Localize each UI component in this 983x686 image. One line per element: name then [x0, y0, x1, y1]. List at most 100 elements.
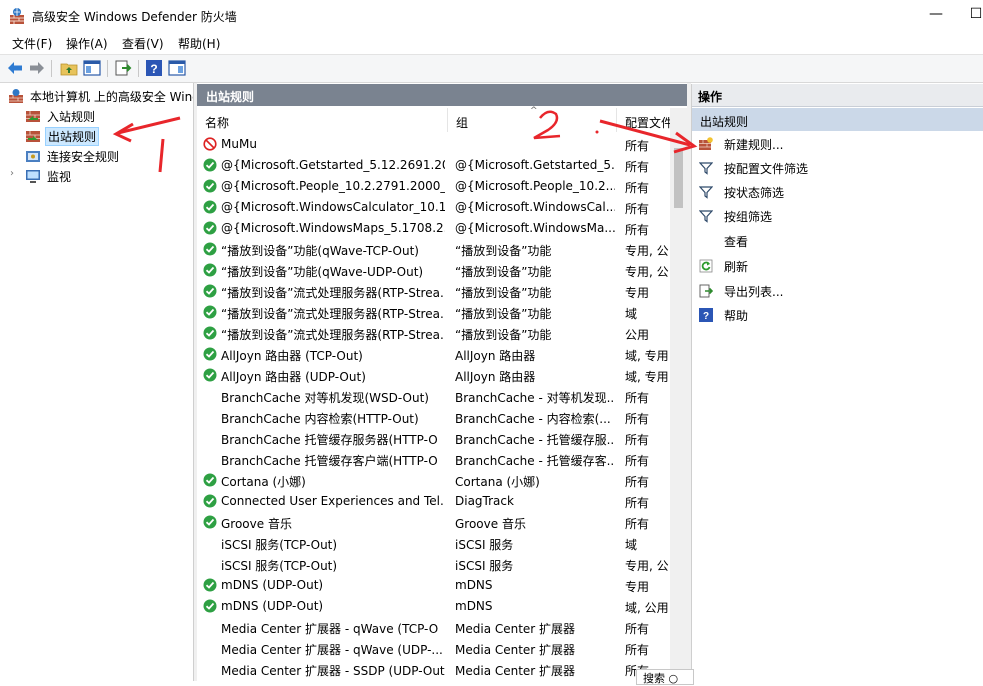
action-item[interactable]: 按状态筛选 [692, 181, 983, 203]
export-list-icon[interactable] [114, 59, 132, 77]
table-row[interactable]: BranchCache 托管缓存客户端(HTTP-O BranchCache - … [197, 449, 670, 470]
table-row[interactable]: @{Microsoft.WindowsCalculator_10.1... @{M… [197, 197, 670, 218]
rule-name: MuMu [221, 137, 257, 151]
column-header-group[interactable]: 组 ^ [448, 106, 617, 132]
tree-root-label: 本地计算机 上的高级安全 Windows Defender 防火墙 [30, 90, 193, 104]
rule-profile: 专用, 公 [625, 559, 669, 573]
table-row[interactable]: Groove 音乐 Groove 音乐 所有 [197, 512, 670, 533]
refresh-icon [699, 259, 713, 273]
actions-section-header[interactable]: 出站规则 [692, 108, 983, 131]
filter-icon [699, 186, 713, 199]
table-row[interactable]: BranchCache 托管缓存服务器(HTTP-O BranchCache - … [197, 428, 670, 449]
tree-item-monitor[interactable]: › 监视 [10, 167, 180, 185]
tree-item-label: 出站规则 [45, 127, 100, 146]
enabled-check-icon [203, 200, 217, 214]
expand-arrow-icon[interactable]: › [10, 168, 14, 179]
rule-group: Groove 音乐 [455, 517, 526, 531]
action-label: 帮助 [724, 309, 749, 323]
rule-group: iSCSI 服务 [455, 538, 514, 552]
table-row[interactable]: “播放到设备”功能(qWave-UDP-Out) “播放到设备”功能 专用, 公 [197, 260, 670, 281]
rule-name: “播放到设备”流式处理服务器(RTP-Strea... [221, 328, 445, 342]
tree-item-outbound-rules[interactable]: 出站规则 [25, 127, 185, 146]
table-row[interactable]: AllJoyn 路由器 (UDP-Out) AllJoyn 路由器 域, 专用 [197, 365, 670, 386]
table-row[interactable]: @{Microsoft.People_10.2.2791.2000_x... @{… [197, 176, 670, 197]
table-row[interactable]: Media Center 扩展器 - SSDP (UDP-Out) Media C… [197, 659, 670, 680]
table-row[interactable]: Media Center 扩展器 - qWave (TCP-O Media Cen… [197, 617, 670, 638]
tree-item-label: 连接安全规则 [47, 150, 120, 164]
filter-icon [699, 210, 713, 223]
rule-profile: 所有 [625, 475, 650, 489]
forward-icon[interactable] [28, 59, 46, 77]
table-row[interactable]: @{Microsoft.Getstarted_5.12.2691.20... @{… [197, 155, 670, 176]
column-header-label: 名称 [205, 116, 230, 130]
action-item[interactable]: 按配置文件筛选 [692, 157, 983, 179]
table-row[interactable]: “播放到设备”流式处理服务器(RTP-Strea... “播放到设备”功能 域 [197, 302, 670, 323]
table-row[interactable]: “播放到设备”流式处理服务器(RTP-Strea... “播放到设备”功能 专用 [197, 281, 670, 302]
rule-profile: 所有 [625, 412, 650, 426]
table-row[interactable]: BranchCache 对等机发现(WSD-Out) BranchCache - … [197, 386, 670, 407]
rule-name: @{Microsoft.WindowsMaps_5.1708.2... [221, 221, 445, 235]
table-row[interactable]: @{Microsoft.WindowsMaps_5.1708.2... @{Mic… [197, 218, 670, 239]
show-hide-tree-icon[interactable] [83, 59, 101, 77]
rule-name: Cortana (小娜) [221, 475, 306, 489]
rule-group: Media Center 扩展器 [455, 664, 576, 678]
action-item[interactable]: ? 帮助 [692, 304, 983, 326]
tree-item-label: 入站规则 [47, 110, 96, 124]
table-row[interactable]: mDNS (UDP-Out) mDNS 域, 公用 [197, 596, 670, 617]
table-row[interactable]: Cortana (小娜) Cortana (小娜) 所有 [197, 470, 670, 491]
rule-group: “播放到设备”功能 [455, 328, 552, 342]
actions-pane: 操作 出站规则 新建规则... 按配置文件筛选 按状态筛选 按组筛选查看刷新导出列表.… [691, 84, 983, 681]
new-rule-icon [699, 137, 713, 150]
search-box[interactable]: 搜索 ○ [636, 669, 694, 685]
rule-group: “播放到设备”功能 [455, 244, 552, 258]
table-row[interactable]: Media Center 扩展器 - qWave (UDP-... Media C… [197, 638, 670, 659]
rule-group: @{Microsoft.People_10.2.... [455, 179, 615, 193]
back-icon[interactable] [6, 59, 24, 77]
actions-header: 操作 [692, 84, 983, 107]
action-label: 导出列表... [724, 285, 784, 299]
rule-profile: 所有 [625, 223, 650, 237]
menu-file[interactable]: 文件(F) [12, 35, 52, 52]
rule-profile: 专用 [625, 286, 650, 300]
action-item[interactable]: 查看 [692, 230, 983, 252]
scrollbar-thumb[interactable] [674, 148, 683, 208]
column-header-name[interactable]: 名称 [197, 108, 448, 132]
maximize-button[interactable]: ☐ [966, 6, 983, 24]
action-item[interactable]: 导出列表... [692, 280, 983, 302]
table-row[interactable]: “播放到设备”功能(qWave-TCP-Out) “播放到设备”功能 专用, 公 [197, 239, 670, 260]
menu-action[interactable]: 操作(A) [66, 35, 108, 52]
table-row[interactable]: BranchCache 内容检索(HTTP-Out) BranchCache - … [197, 407, 670, 428]
properties-icon[interactable] [168, 59, 186, 77]
tree-root[interactable]: 本地计算机 上的高级安全 Windows Defender 防火墙 [8, 87, 193, 105]
tree-item-inbound-rules[interactable]: 入站规则 [25, 107, 185, 125]
rule-group: iSCSI 服务 [455, 559, 514, 573]
menu-view[interactable]: 查看(V) [122, 35, 164, 52]
table-row[interactable]: MuMu 所有 [197, 134, 670, 155]
action-item[interactable]: 按组筛选 [692, 205, 983, 227]
rule-profile: 所有 [625, 517, 650, 531]
rule-profile: 所有 [625, 160, 650, 174]
rule-group: “播放到设备”功能 [455, 265, 552, 279]
table-row[interactable]: AllJoyn 路由器 (TCP-Out) AllJoyn 路由器 域, 专用 [197, 344, 670, 365]
vertical-scrollbar[interactable] [670, 108, 687, 681]
tree-item-connection-security[interactable]: 连接安全规则 [25, 147, 185, 165]
rule-profile: 域 [625, 538, 638, 552]
table-row[interactable]: “播放到设备”流式处理服务器(RTP-Strea... “播放到设备”功能 公用 [197, 323, 670, 344]
minimize-button[interactable]: — [926, 6, 946, 24]
table-row[interactable]: iSCSI 服务(TCP-Out) iSCSI 服务 专用, 公 [197, 554, 670, 575]
blocked-icon [203, 137, 217, 151]
rule-name: mDNS (UDP-Out) [221, 599, 324, 613]
up-folder-icon[interactable] [60, 59, 78, 77]
rule-group: BranchCache - 托管缓存客... [455, 454, 615, 468]
table-row[interactable]: mDNS (UDP-Out) mDNS 专用 [197, 575, 670, 596]
table-row[interactable]: iSCSI 服务(TCP-Out) iSCSI 服务 域 [197, 533, 670, 554]
enabled-check-icon [203, 578, 217, 592]
rule-name: Groove 音乐 [221, 517, 292, 531]
help-icon: ? [699, 308, 713, 322]
column-header-profile[interactable]: 配置文件 [617, 108, 673, 132]
menu-help[interactable]: 帮助(H) [178, 35, 220, 52]
action-item[interactable]: 新建规则... [692, 133, 983, 155]
help-icon[interactable]: ? [145, 59, 163, 77]
action-item[interactable]: 刷新 [692, 255, 983, 277]
table-row[interactable]: Connected User Experiences and Tel... Dia… [197, 491, 670, 512]
